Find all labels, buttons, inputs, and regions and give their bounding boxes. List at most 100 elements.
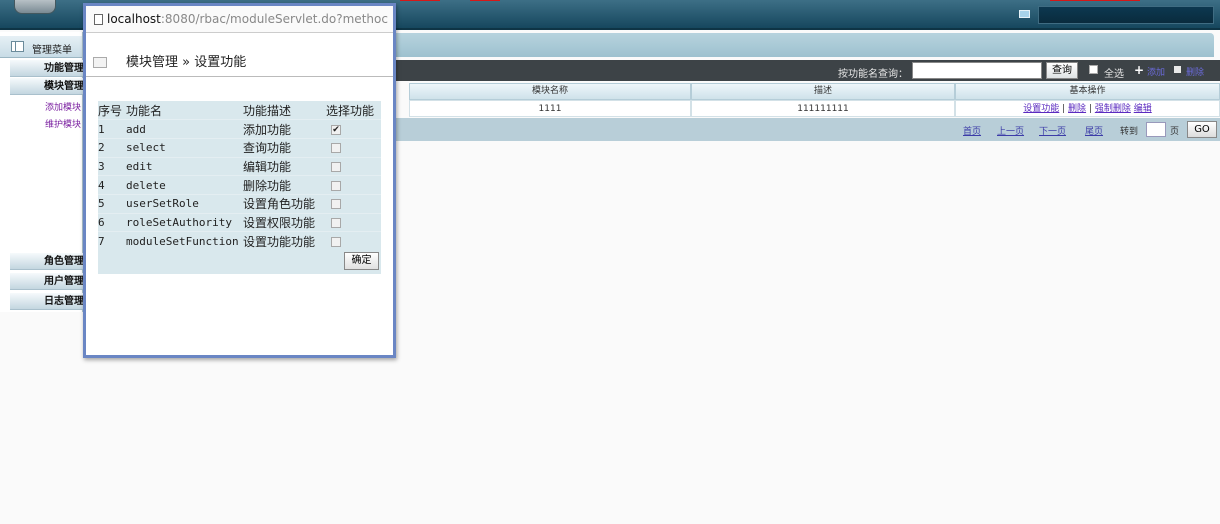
function-checkbox[interactable] <box>331 236 341 247</box>
header-function-desc: 功能描述 <box>243 101 326 121</box>
function-checkbox[interactable] <box>331 217 341 228</box>
search-input[interactable] <box>912 62 1042 79</box>
row-select-cell <box>326 231 381 251</box>
delete-link[interactable]: 删除 <box>1186 65 1204 78</box>
header-no: 序号 <box>98 101 126 121</box>
row-select-cell <box>326 157 381 177</box>
last-page-link[interactable]: 尾页 <box>1085 124 1103 137</box>
breadcrumb-bar: 模块管理 » 设置功能 <box>86 33 393 77</box>
row-function-desc: 添加功能 <box>243 119 326 139</box>
table-row: 3 edit 编辑功能 <box>98 157 381 177</box>
force-delete-link[interactable]: 强制删除 <box>1095 104 1131 114</box>
sidebar: 管理菜单 功能管理 模块管理 添加模块 维护模块 角色管理 用户管理 日志管理 <box>0 32 83 312</box>
confirm-button[interactable]: 确定 <box>344 252 379 270</box>
row-function-desc: 查询功能 <box>243 138 326 158</box>
table-row: 6 roleSetAuthority 设置权限功能 <box>98 213 381 233</box>
add-link[interactable]: 添加 <box>1147 65 1165 78</box>
trash-icon[interactable] <box>1174 66 1181 73</box>
popup-url-bar: localhost:8080/rbac/moduleServlet.do?met… <box>86 6 393 33</box>
row-function-name: roleSetAuthority <box>126 213 243 233</box>
goto-label: 转到 <box>1120 127 1139 137</box>
menu-header: 管理菜单 <box>0 36 82 58</box>
menu-icon <box>11 41 24 52</box>
row-function-desc: 设置角色功能 <box>243 194 326 214</box>
table-row: 7 moduleSetFunction 设置功能功能 <box>98 231 381 251</box>
select-all-label: 全选 <box>1104 69 1124 80</box>
sidebar-group-module[interactable]: 模块管理 <box>10 78 83 95</box>
banner-decoration <box>470 0 500 1</box>
row-select-cell <box>326 194 381 214</box>
table-row: 5 userSetRole 设置角色功能 <box>98 194 381 214</box>
row-function-desc: 设置权限功能 <box>243 213 326 233</box>
row-function-name: add <box>126 119 243 139</box>
row-no: 1 <box>98 119 126 139</box>
select-all-checkbox[interactable] <box>1089 65 1098 74</box>
function-checkbox[interactable] <box>331 143 341 154</box>
row-select-cell: ✔ <box>326 119 381 139</box>
sidebar-group-role[interactable]: 角色管理 <box>10 253 83 270</box>
url-path: :8080/rbac/moduleServlet.do?methoc <box>160 12 388 26</box>
set-function-popup: localhost:8080/rbac/moduleServlet.do?met… <box>83 3 396 358</box>
sidebar-link-maintain-module[interactable]: 维护模块 <box>45 117 81 130</box>
search-label: 按功能名查询： <box>838 69 908 80</box>
function-checkbox[interactable]: ✔ <box>331 124 341 135</box>
row-function-name: userSetRole <box>126 194 243 214</box>
sidebar-link-add-module[interactable]: 添加模块 <box>45 100 81 113</box>
function-table: 序号 功能名 功能描述 选择功能 1 add 添加功能 ✔ 2 select 查… <box>98 101 381 251</box>
delete-link[interactable]: 删除 <box>1068 104 1086 114</box>
prev-page-link[interactable]: 上一页 <box>997 124 1024 137</box>
confirm-row: 确定 <box>98 249 381 274</box>
table-row: 4 delete 删除功能 <box>98 175 381 195</box>
page-number-input[interactable] <box>1146 122 1166 137</box>
row-function-name: select <box>126 138 243 158</box>
row-function-desc: 删除功能 <box>243 175 326 195</box>
table-row: 2 select 查询功能 <box>98 138 381 158</box>
row-select-cell <box>326 213 381 233</box>
sidebar-group-function[interactable]: 功能管理 <box>10 60 83 77</box>
url-host: localhost <box>107 12 161 26</box>
breadcrumb: 模块管理 » 设置功能 <box>126 55 247 70</box>
monitor-icon <box>1019 10 1030 18</box>
row-function-desc: 编辑功能 <box>243 157 326 177</box>
row-no: 3 <box>98 157 126 177</box>
menu-title: 管理菜单 <box>32 45 72 56</box>
computer-logo-icon <box>14 0 56 14</box>
function-checkbox[interactable] <box>331 161 341 172</box>
first-page-link[interactable]: 首页 <box>963 124 981 137</box>
header-select-function: 选择功能 <box>326 101 381 121</box>
sidebar-group-log[interactable]: 日志管理 <box>10 293 83 310</box>
header-function-name: 功能名 <box>126 101 243 121</box>
banner-decoration <box>400 0 440 1</box>
go-button[interactable]: GO <box>1187 121 1217 138</box>
cell-module-name: 1111 <box>409 100 691 117</box>
page-icon <box>94 14 103 25</box>
cell-description: 111111111 <box>691 100 955 117</box>
next-page-link[interactable]: 下一页 <box>1039 124 1066 137</box>
sidebar-group-user[interactable]: 用户管理 <box>10 273 83 290</box>
column-header-description: 描述 <box>691 83 955 100</box>
row-no: 4 <box>98 175 126 195</box>
set-function-link[interactable]: 设置功能 <box>1023 104 1059 114</box>
banner-decoration <box>1050 0 1140 1</box>
row-no: 5 <box>98 194 126 214</box>
app-window: 管理菜单 功能管理 模块管理 添加模块 维护模块 角色管理 用户管理 日志管理 … <box>0 0 1220 524</box>
page-unit-label: 页 <box>1170 127 1180 137</box>
edit-link[interactable]: 编辑 <box>1134 104 1152 114</box>
column-header-module-name: 模块名称 <box>409 83 691 100</box>
search-button[interactable]: 查询 <box>1046 62 1078 79</box>
function-checkbox[interactable] <box>331 180 341 191</box>
row-no: 2 <box>98 138 126 158</box>
row-no: 6 <box>98 213 126 233</box>
column-header-operations: 基本操作 <box>955 83 1220 100</box>
row-function-name: delete <box>126 175 243 195</box>
function-checkbox[interactable] <box>331 199 341 210</box>
row-no: 7 <box>98 231 126 251</box>
table-row: 1 add 添加功能 ✔ <box>98 119 381 139</box>
row-function-name: moduleSetFunction <box>126 231 243 251</box>
popup-url[interactable]: localhost:8080/rbac/moduleServlet.do?met… <box>107 12 392 26</box>
row-function-name: edit <box>126 157 243 177</box>
row-select-cell <box>326 175 381 195</box>
plus-icon[interactable]: + <box>1134 63 1144 77</box>
breadcrumb-icon <box>93 57 107 68</box>
row-function-desc: 设置功能功能 <box>243 231 326 251</box>
